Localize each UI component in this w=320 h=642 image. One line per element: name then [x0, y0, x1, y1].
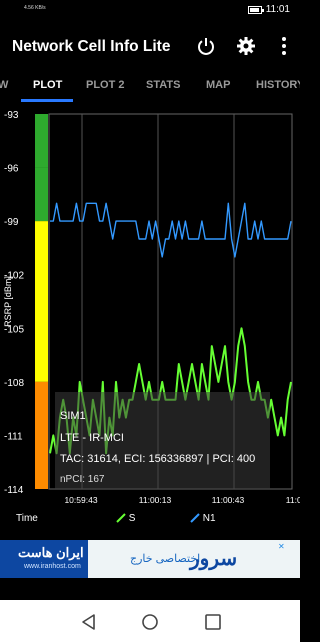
- x-tick-label: 11:01:13: [286, 495, 300, 505]
- status-time: 11:01: [265, 4, 290, 15]
- tab-history[interactable]: HISTORY: [256, 79, 300, 91]
- home-icon[interactable]: [141, 613, 159, 631]
- y-tick-label: -93: [4, 110, 19, 121]
- x-tick-label: 11:00:43: [212, 495, 245, 505]
- network-speed-indicator: 4.56 KB/s: [24, 5, 46, 11]
- app-bar: Network Cell Info Lite: [0, 22, 300, 72]
- quality-band-3: [35, 381, 48, 489]
- series-line-n1: [50, 202, 292, 258]
- y-axis-label: RSRP [dBm]: [3, 276, 13, 327]
- back-icon[interactable]: [80, 613, 98, 631]
- npci-label: nPCI: 167: [60, 474, 105, 485]
- y-tick-label: -99: [4, 217, 19, 228]
- app-title: Network Cell Info Lite: [12, 38, 171, 55]
- y-tick-label: -108: [4, 378, 24, 389]
- ad-brand-logo[interactable]: ایران هاست www.iranhost.com: [0, 540, 88, 578]
- status-bar: 4.56 KB/s 11:01: [0, 0, 300, 22]
- legend-n1-label: N1: [202, 513, 216, 524]
- cell-id-label: TAC: 31614, ECI: 156336897 | PCI: 400: [60, 453, 256, 465]
- quality-band-1: [35, 167, 48, 222]
- legend-s-swatch: [116, 513, 126, 524]
- x-tick-label: 11:00:13: [139, 495, 172, 505]
- y-tick-label: -111: [4, 431, 23, 442]
- ad-brand-text: ایران هاست: [18, 545, 84, 560]
- ad-brand-url: www.iranhost.com: [24, 563, 81, 570]
- gear-icon[interactable]: [234, 34, 258, 58]
- legend-n1: N1: [190, 513, 216, 524]
- more-vert-icon[interactable]: [272, 34, 296, 58]
- network-label: LTE - IR-MCI: [60, 432, 124, 444]
- battery-icon: [247, 5, 264, 14]
- x-axis-label: Time: [16, 513, 38, 524]
- ad-headline: سرور: [190, 548, 238, 570]
- tab-w[interactable]: W: [0, 79, 8, 91]
- ad-close-icon[interactable]: ✕: [278, 542, 296, 552]
- recents-icon[interactable]: [204, 613, 222, 631]
- ad-banner[interactable]: ایران هاست www.iranhost.com اختصاصی خارج…: [0, 540, 300, 578]
- power-icon[interactable]: [194, 34, 218, 58]
- tab-plot-2[interactable]: PLOT 2: [86, 79, 125, 91]
- sim-label: SIM1: [60, 410, 86, 422]
- legend-s-label: S: [128, 513, 136, 524]
- y-tick-label: -96: [4, 164, 19, 175]
- x-tick-label: 10:59:43: [64, 495, 97, 505]
- y-tick-label: -114: [4, 485, 24, 496]
- quality-band-0: [35, 114, 48, 168]
- tab-plot[interactable]: PLOT: [33, 79, 62, 91]
- legend-s: S: [116, 513, 135, 524]
- tab-map[interactable]: MAP: [206, 79, 230, 91]
- quality-band-2: [35, 221, 48, 382]
- tab-bar: W PLOT PLOT 2 STATS MAP HISTORY: [0, 72, 300, 102]
- legend-n1-swatch: [190, 513, 200, 524]
- system-nav-bar: [0, 600, 300, 642]
- tab-stats[interactable]: STATS: [146, 79, 180, 91]
